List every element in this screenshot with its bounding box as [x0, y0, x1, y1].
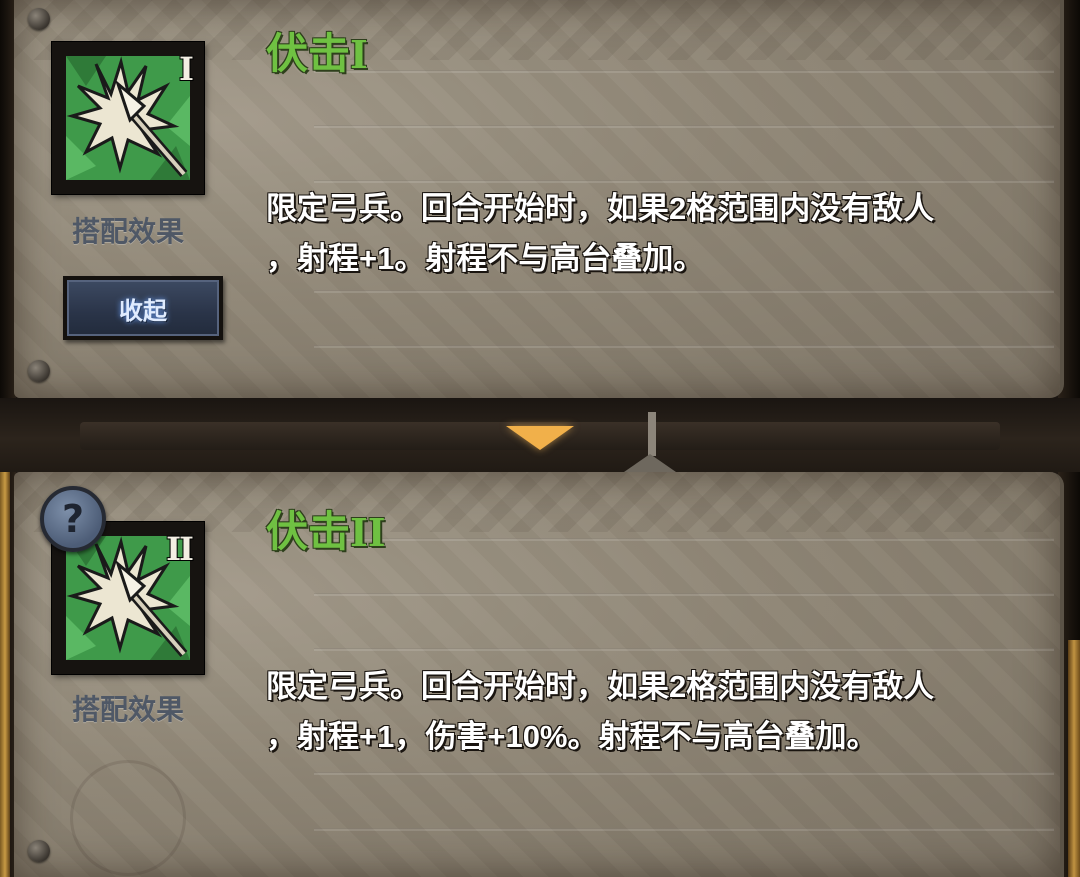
skill-title-roman: II [350, 510, 386, 555]
slider-handle [648, 412, 656, 456]
skill-title-2: 伏击II [266, 498, 386, 559]
description-line: 限定弓兵。回合开始时，如果2格范围内没有敌人 [266, 669, 935, 704]
help-button[interactable]: ? [40, 486, 106, 552]
skill-title-1: 伏击I [266, 20, 368, 81]
combo-effect-label: 搭配效果 [71, 694, 184, 725]
skill-level-label: II [166, 530, 194, 568]
skill-icon-1[interactable]: I [52, 42, 204, 194]
description-line: 限定弓兵。回合开始时，如果2格范围内没有敌人 [266, 191, 935, 226]
rivet-icon [28, 8, 50, 30]
skill-description-1: 限定弓兵。回合开始时，如果2格范围内没有敌人 ，射程+1。射程不与高台叠加。 [266, 184, 1026, 284]
spear-burst-icon [66, 56, 190, 180]
rivet-icon [28, 360, 50, 382]
skill-level-label: I [179, 50, 194, 88]
skill-title-roman: I [350, 32, 368, 77]
crosshair-watermark-icon [70, 760, 186, 876]
rivet-icon [28, 840, 50, 862]
expand-arrow-icon[interactable] [506, 426, 574, 450]
collapse-button[interactable]: 收起 [63, 276, 223, 340]
combo-effect-label: 搭配效果 [71, 216, 184, 247]
description-line: ，射程+1，伤害+10%。射程不与高台叠加。 [266, 719, 878, 754]
skill-title-text: 伏击 [266, 30, 351, 77]
skill-title-text: 伏击 [266, 508, 351, 555]
skill-description-2: 限定弓兵。回合开始时，如果2格范围内没有敌人 ，射程+1，伤害+10%。射程不与… [266, 662, 1026, 762]
up-arrow-icon [624, 454, 676, 472]
description-line: ，射程+1。射程不与高台叠加。 [266, 241, 705, 276]
